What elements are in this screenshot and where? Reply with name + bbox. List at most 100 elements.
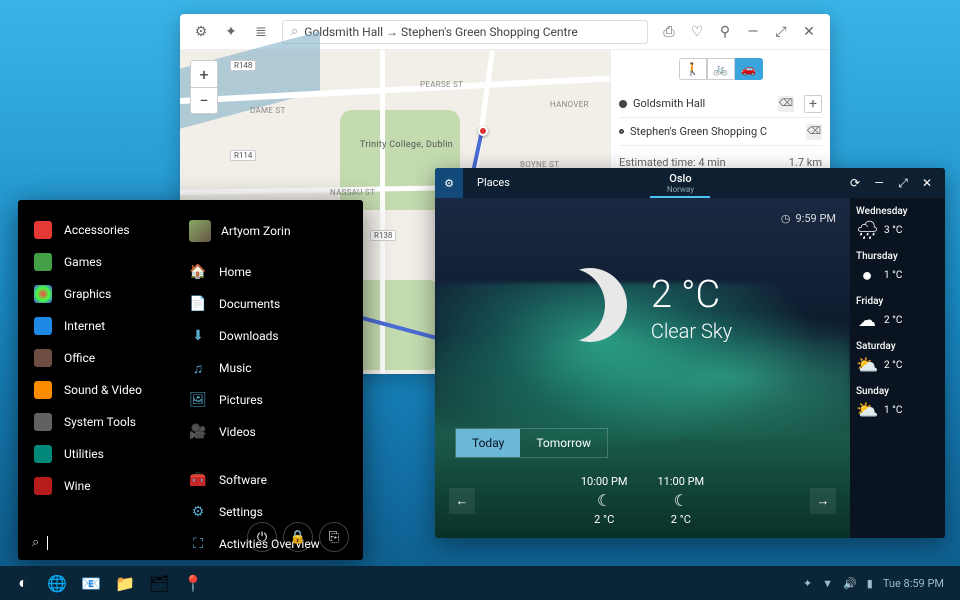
place-item[interactable]: 🏠Home xyxy=(173,256,363,288)
cloud-icon: ☁ xyxy=(856,310,878,331)
refresh-icon[interactable]: ⟳ xyxy=(847,176,863,191)
zoom-in-button[interactable]: + xyxy=(191,61,217,87)
category-item[interactable]: Accessories xyxy=(18,214,173,246)
tray-icon[interactable]: ✦ xyxy=(803,577,812,590)
place-label: Music xyxy=(219,361,251,375)
city-tab[interactable]: Oslo Norway xyxy=(524,168,837,198)
place-item[interactable]: ⬇ Downloads xyxy=(173,320,363,352)
layers-icon[interactable]: ≣ xyxy=(248,19,274,45)
places-tab[interactable]: Places xyxy=(463,168,524,198)
taskbar: ◐ 🌐 📧 📁 🗂 📍 ✦ ▼ 🔊 ▮ Tue 8:59 PM xyxy=(0,566,960,600)
filter-icon[interactable]: ⚲ xyxy=(712,19,738,45)
zoom-out-button[interactable]: − xyxy=(191,87,217,113)
lock-button[interactable]: 🔒 xyxy=(283,522,313,552)
system-item[interactable]: 🧰Software xyxy=(173,464,363,496)
place-label: Pictures xyxy=(219,393,263,407)
maps-search-input[interactable]: ⌕ Goldsmith Hall → Stephen's Green Shopp… xyxy=(282,20,648,44)
category-item[interactable]: Office xyxy=(18,342,173,374)
start-button[interactable]: ◐ xyxy=(8,569,38,597)
waypoint-row: Goldsmith Hall ⌫ + xyxy=(619,90,822,118)
close-icon[interactable]: ✕ xyxy=(796,19,822,45)
day-tabs: Today Tomorrow xyxy=(455,428,608,458)
moon-icon: ☾ xyxy=(581,491,628,510)
category-icon xyxy=(34,317,52,335)
category-item[interactable]: Games xyxy=(18,246,173,278)
power-button[interactable]: ⏻ xyxy=(247,522,277,552)
mode-car-icon[interactable]: 🚗 xyxy=(735,58,763,80)
category-label: Graphics xyxy=(64,287,111,301)
delete-waypoint-icon[interactable]: ⌫ xyxy=(806,124,822,140)
gear-icon[interactable]: ⚙ xyxy=(188,19,214,45)
logout-button[interactable]: ⎘ xyxy=(319,522,349,552)
favorite-icon[interactable]: ♡ xyxy=(684,19,710,45)
hourly-prev-button[interactable]: ← xyxy=(449,488,475,514)
waypoint-row: Stephen's Green Shopping C ⌫ xyxy=(619,118,822,146)
system-label: Software xyxy=(219,473,267,487)
place-item[interactable]: 🖼Pictures xyxy=(173,384,363,416)
place-label: Documents xyxy=(219,297,280,311)
volume-icon[interactable]: 🔊 xyxy=(843,577,857,590)
travel-mode-toggle: 🚶 🚲 🚗 xyxy=(619,58,822,80)
minimize-icon[interactable]: — xyxy=(740,19,766,45)
category-label: Utilities xyxy=(64,447,104,461)
hour-label: 11:00 PM xyxy=(658,475,705,488)
category-item[interactable]: Graphics xyxy=(18,278,173,310)
category-item[interactable]: Wine xyxy=(18,470,173,502)
maximize-icon[interactable]: ⤢ xyxy=(768,19,794,45)
category-label: Sound & Video xyxy=(64,383,142,397)
maps-icon[interactable]: 📍 xyxy=(178,569,208,597)
battery-icon[interactable]: ▮ xyxy=(867,577,873,590)
files-icon[interactable]: 📁 xyxy=(110,569,140,597)
mode-walk-icon[interactable]: 🚶 xyxy=(679,58,707,80)
place-label: Downloads xyxy=(219,329,279,343)
weather-main: ◷ 9:59 PM 2 °C Clear Sky Today Tomorrow … xyxy=(435,198,850,538)
forecast-day: Wednesday 🌧3 °C xyxy=(856,206,939,241)
delete-waypoint-icon[interactable]: ⌫ xyxy=(778,96,794,112)
chrome-icon[interactable]: 🌐 xyxy=(42,569,72,597)
forecast-column: Wednesday 🌧3 °C Thursday ●1 °C Friday ☁2… xyxy=(850,198,945,538)
mail-icon[interactable]: 📧 xyxy=(76,569,106,597)
place-label: Videos xyxy=(219,425,256,439)
hourly-item: 11:00 PM ☾ 2 °C xyxy=(658,475,705,526)
gear-icon[interactable]: ⚙ xyxy=(435,168,463,198)
waypoint-input[interactable]: Goldsmith Hall xyxy=(633,94,772,113)
road-shield: R114 xyxy=(230,150,256,161)
hour-temp: 2 °C xyxy=(658,513,705,526)
search-icon: ⌕ xyxy=(32,535,39,550)
street-label: PEARSE ST xyxy=(420,80,463,89)
category-item[interactable]: Sound & Video xyxy=(18,374,173,406)
tab-today[interactable]: Today xyxy=(456,429,520,457)
category-item[interactable]: Utilities xyxy=(18,438,173,470)
current-temp: 2 °C xyxy=(651,273,732,317)
clock[interactable]: Tue 8:59 PM xyxy=(883,577,944,590)
hourly-next-button[interactable]: → xyxy=(810,488,836,514)
place-item[interactable]: 🎥Videos xyxy=(173,416,363,448)
weather-titlebar: ⚙ Places Oslo Norway ⟳ — ⤢ ✕ xyxy=(435,168,945,198)
place-item[interactable]: ♫Music xyxy=(173,352,363,384)
mode-bike-icon[interactable]: 🚲 xyxy=(707,58,735,80)
menu-search-input[interactable]: ⌕ xyxy=(32,535,48,550)
folder-icon: 📄 xyxy=(189,295,207,313)
maximize-icon[interactable]: ⤢ xyxy=(895,176,911,191)
category-item[interactable]: System Tools xyxy=(18,406,173,438)
hourly-item: 10:00 PM ☾ 2 °C xyxy=(581,475,628,526)
user-entry[interactable]: Artyom Zorin xyxy=(173,214,363,256)
category-icon xyxy=(34,445,52,463)
add-waypoint-button[interactable]: + xyxy=(804,95,822,113)
close-icon[interactable]: ✕ xyxy=(919,176,935,191)
hour-temp: 2 °C xyxy=(581,513,628,526)
waypoint-input[interactable]: Stephen's Green Shopping C xyxy=(630,122,800,141)
files-alt-icon[interactable]: 🗂 xyxy=(144,569,174,597)
folder-icon: ⬇ xyxy=(189,327,207,345)
route-icon[interactable]: ✦ xyxy=(218,19,244,45)
wifi-icon[interactable]: ▼ xyxy=(822,577,833,590)
menu-categories: AccessoriesGames Graphics InternetOffice So… xyxy=(18,200,173,560)
print-icon[interactable]: ⎙ xyxy=(656,19,682,45)
place-item[interactable]: 📄 Documents xyxy=(173,288,363,320)
category-icon xyxy=(34,349,52,367)
map-pin[interactable] xyxy=(478,126,488,136)
power-controls: ⏻ 🔒 ⎘ xyxy=(247,522,349,552)
minimize-icon[interactable]: — xyxy=(871,176,887,191)
category-item[interactable]: Internet xyxy=(18,310,173,342)
tab-tomorrow[interactable]: Tomorrow xyxy=(520,429,607,457)
